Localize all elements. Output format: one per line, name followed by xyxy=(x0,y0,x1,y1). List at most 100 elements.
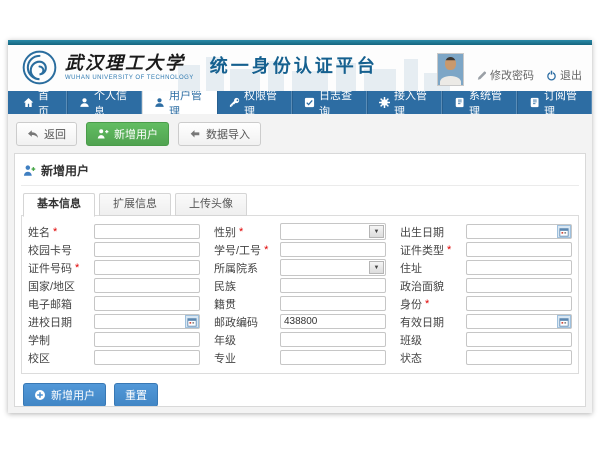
field-label: 有效日期 xyxy=(400,314,466,330)
field-label: 学制 xyxy=(28,332,94,348)
id-type-field[interactable] xyxy=(466,242,572,257)
address-field[interactable] xyxy=(466,260,572,275)
gender-select[interactable]: ▼ xyxy=(280,223,386,240)
chevron-down-icon: ▼ xyxy=(369,261,384,274)
form-field-row: 邮政编码 xyxy=(214,314,386,329)
field-label: 进校日期 xyxy=(28,314,94,330)
required-asterisk: * xyxy=(425,298,429,310)
user-icon xyxy=(79,97,90,108)
toolbar: 返回 新增用户 数据导入 xyxy=(14,120,586,146)
nav-item-profile[interactable]: 个人信息 xyxy=(67,91,142,114)
university-name-en: WUHAN UNIVERSITY OF TECHNOLOGY xyxy=(65,75,194,81)
import-button[interactable]: 数据导入 xyxy=(178,122,261,146)
status-field[interactable] xyxy=(466,350,572,365)
ethnicity-field[interactable] xyxy=(280,278,386,293)
tab-upload-avatar[interactable]: 上传头像 xyxy=(175,193,247,216)
basic-info-form: 姓名*性别*▼出生日期校园卡号学号/工号*证件类型*证件号码*所属院系▼住址国家… xyxy=(21,215,579,374)
form-field-row: 证件号码* xyxy=(28,260,200,275)
calendar-icon[interactable] xyxy=(557,315,571,328)
identity-field[interactable] xyxy=(466,296,572,311)
add-user-submit-button[interactable]: 新增用户 xyxy=(23,383,106,407)
app-window: 武汉理工大学 WUHAN UNIVERSITY OF TECHNOLOGY 统一… xyxy=(8,40,592,413)
calendar-icon[interactable] xyxy=(185,315,199,328)
required-asterisk: * xyxy=(75,262,79,274)
country-field[interactable] xyxy=(94,278,200,293)
id-number-field[interactable] xyxy=(94,260,200,275)
form-field-row: 性别*▼ xyxy=(214,224,386,239)
field-label: 学号/工号* xyxy=(214,242,280,258)
pencil-icon xyxy=(476,70,487,81)
form-field-row: 电子邮箱 xyxy=(28,296,200,311)
calendar-icon[interactable] xyxy=(557,225,571,238)
user-icon xyxy=(154,97,165,108)
section-header: 新增用户 xyxy=(21,159,579,186)
field-label: 年级 xyxy=(214,332,280,348)
native-place-field[interactable] xyxy=(280,296,386,311)
import-arrow-icon xyxy=(189,128,201,140)
field-label: 出生日期 xyxy=(400,224,466,240)
form-field-row: 状态 xyxy=(400,350,572,365)
campus-card-field[interactable] xyxy=(94,242,200,257)
form-field-row: 国家/地区 xyxy=(28,278,200,293)
nav-item-subscription-management[interactable]: 订阅管理 xyxy=(517,91,592,114)
field-label: 证件类型* xyxy=(400,242,466,258)
key-icon xyxy=(229,97,240,108)
schooling-years-field[interactable] xyxy=(94,332,200,347)
form-field-row: 有效日期 xyxy=(400,314,572,329)
class-field[interactable] xyxy=(466,332,572,347)
back-button[interactable]: 返回 xyxy=(16,122,77,146)
department-select[interactable]: ▼ xyxy=(280,259,386,276)
field-label: 所属院系 xyxy=(214,260,280,276)
nav-item-log-query[interactable]: 日志查询 xyxy=(292,91,367,114)
field-label: 政治面貌 xyxy=(400,278,466,294)
logout-link[interactable]: 退出 xyxy=(546,67,582,83)
field-label: 姓名* xyxy=(28,224,94,240)
field-label: 电子邮箱 xyxy=(28,296,94,312)
name-field[interactable] xyxy=(94,224,200,239)
nav-item-home[interactable]: 首页 xyxy=(12,91,67,114)
field-label: 状态 xyxy=(400,350,466,366)
add-user-toolbar-button[interactable]: 新增用户 xyxy=(86,122,169,146)
nav-item-permission-management[interactable]: 权限管理 xyxy=(217,91,292,114)
field-label: 国家/地区 xyxy=(28,278,94,294)
grade-field[interactable] xyxy=(280,332,386,347)
field-label: 班级 xyxy=(400,332,466,348)
major-field[interactable] xyxy=(280,350,386,365)
nav-item-system-management[interactable]: 系统管理 xyxy=(442,91,517,114)
nav-item-access-management[interactable]: 接入管理 xyxy=(367,91,442,114)
form-field-row: 住址 xyxy=(400,260,572,275)
back-icon xyxy=(27,128,39,140)
form-field-row: 年级 xyxy=(214,332,386,347)
form-field-row: 学号/工号* xyxy=(214,242,386,257)
form-field-row: 政治面貌 xyxy=(400,278,572,293)
form-field-row: 进校日期 xyxy=(28,314,200,329)
home-icon xyxy=(23,97,34,108)
change-password-link[interactable]: 修改密码 xyxy=(476,67,534,83)
email-field[interactable] xyxy=(94,296,200,311)
nav-item-user-management[interactable]: 用户管理 xyxy=(142,91,217,114)
postal-code-field[interactable] xyxy=(280,314,386,329)
university-logo-icon xyxy=(22,50,57,85)
field-label: 性别* xyxy=(214,224,280,240)
form-field-row: 校园卡号 xyxy=(28,242,200,257)
gear-icon xyxy=(379,97,390,108)
form-field-row: 籍贯 xyxy=(214,296,386,311)
avatar[interactable] xyxy=(437,53,464,86)
university-name-block: 武汉理工大学 WUHAN UNIVERSITY OF TECHNOLOGY xyxy=(65,54,194,81)
tab-basic-info[interactable]: 基本信息 xyxy=(23,193,95,217)
plus-circle-icon xyxy=(34,389,46,401)
form-field-row: 证件类型* xyxy=(400,242,572,257)
political-status-field[interactable] xyxy=(466,278,572,293)
student-id-field[interactable] xyxy=(280,242,386,257)
reset-button[interactable]: 重置 xyxy=(114,383,158,407)
book-icon xyxy=(529,97,540,108)
tab-extended-info[interactable]: 扩展信息 xyxy=(99,193,171,216)
form-field-row: 姓名* xyxy=(28,224,200,239)
main-nav: 首页个人信息用户管理权限管理日志查询接入管理系统管理订阅管理 xyxy=(8,91,592,114)
field-label: 专业 xyxy=(214,350,280,366)
new-user-panel: 新增用户 基本信息扩展信息上传头像 姓名*性别*▼出生日期校园卡号学号/工号*证… xyxy=(14,153,586,407)
campus-field[interactable] xyxy=(94,350,200,365)
form-field-row: 专业 xyxy=(214,350,386,365)
form-field-row: 出生日期 xyxy=(400,224,572,239)
field-label: 校区 xyxy=(28,350,94,366)
